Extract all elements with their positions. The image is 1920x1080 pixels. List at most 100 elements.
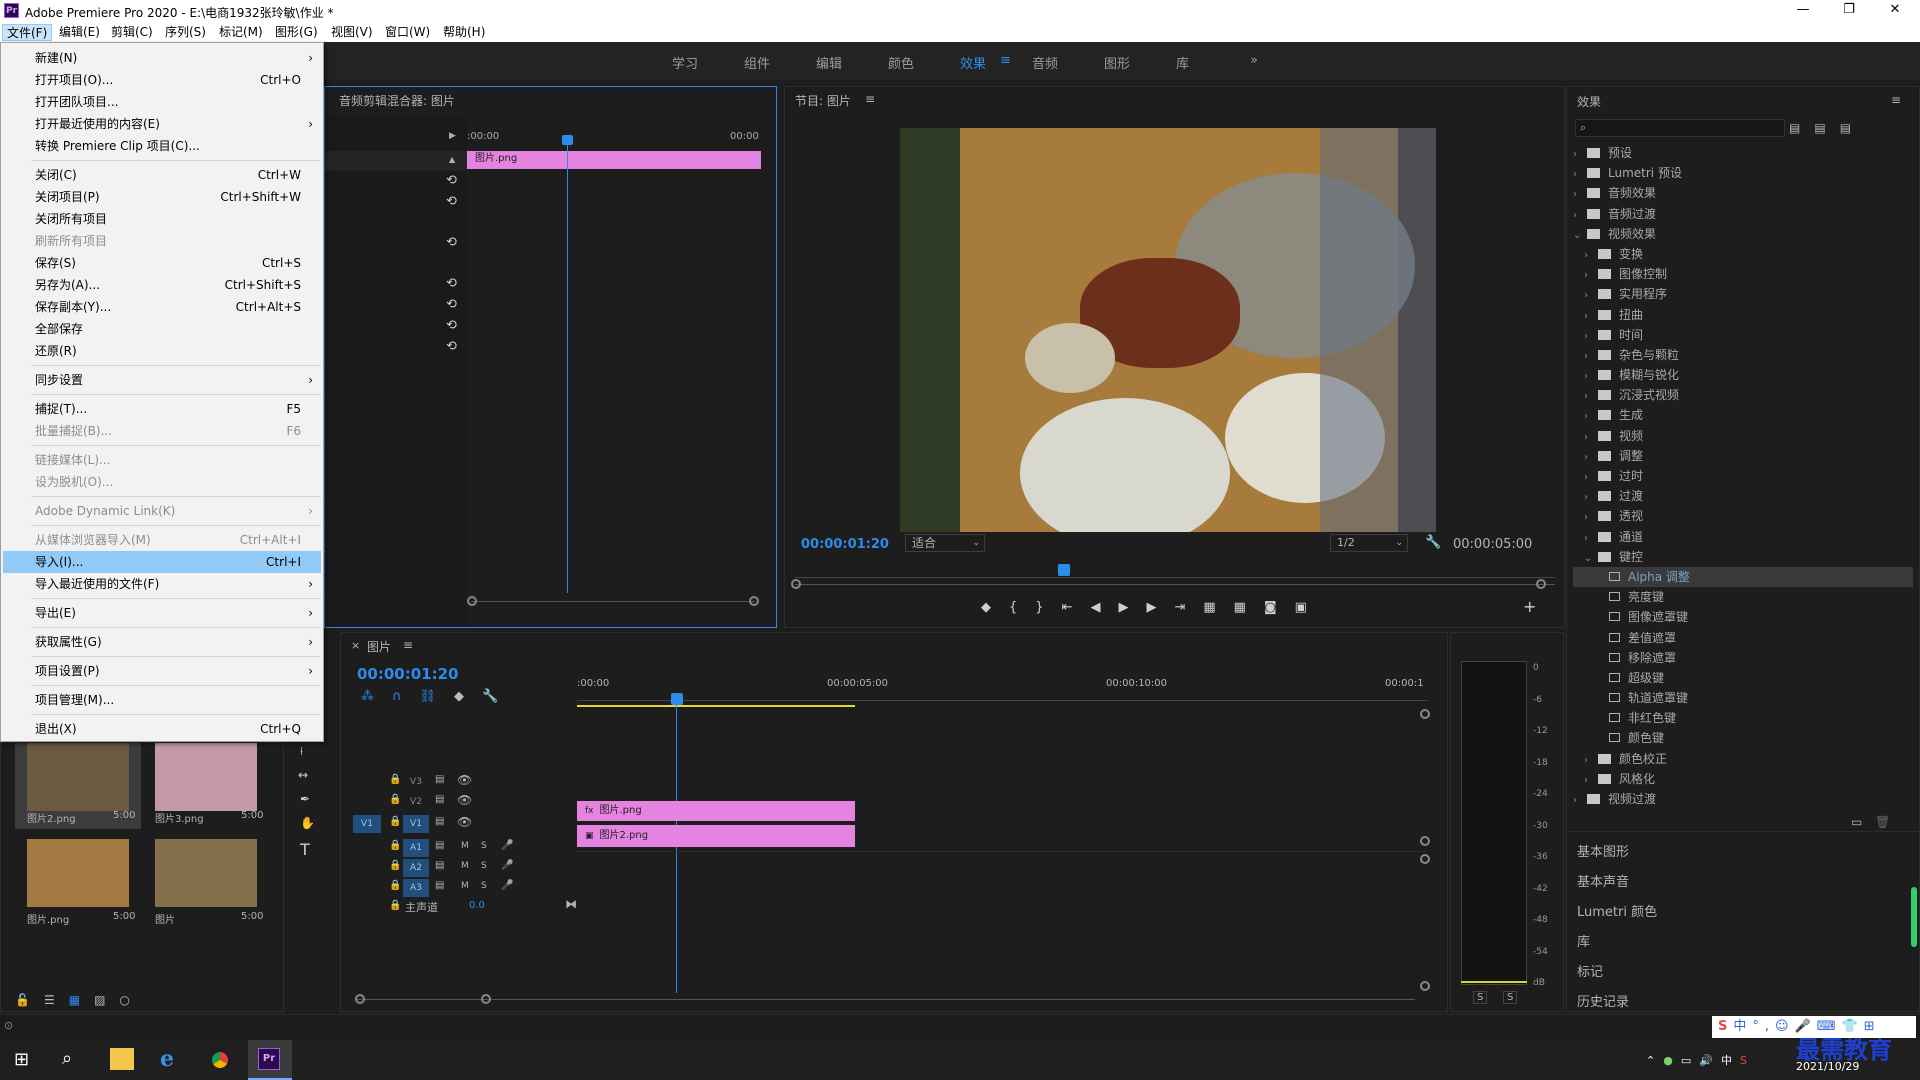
- workspace-color[interactable]: 颜色: [888, 53, 914, 72]
- reset-icon[interactable]: ⟲: [446, 194, 457, 209]
- solo-right-button[interactable]: S: [1503, 991, 1518, 1004]
- file-menu-item[interactable]: 导入(I)... Ctrl+I: [3, 551, 321, 573]
- sync-lock-icon[interactable]: ▤: [435, 794, 444, 805]
- close-window-button[interactable]: ✕: [1872, 0, 1918, 22]
- eye-icon[interactable]: 👁: [457, 815, 472, 829]
- solo-button[interactable]: S: [481, 841, 487, 851]
- solo-left-button[interactable]: S: [1473, 991, 1488, 1004]
- resolution-dropdown[interactable]: 1/2 ⌄: [1330, 534, 1408, 552]
- mixer-scrollbar[interactable]: [471, 601, 755, 602]
- sync-lock-icon[interactable]: ▤: [435, 880, 444, 891]
- solo-button[interactable]: S: [481, 861, 487, 871]
- panel-menu-icon[interactable]: ≡: [865, 92, 875, 106]
- file-menu-item[interactable]: 关闭(C) Ctrl+W: [3, 164, 321, 186]
- file-menu-item[interactable]: 关闭所有项目: [3, 208, 321, 230]
- effects-tree-item[interactable]: › 预设: [1573, 143, 1913, 163]
- add-button-icon[interactable]: +: [1523, 597, 1536, 616]
- collapse-icon[interactable]: ▲: [449, 155, 455, 164]
- workspace-graphics[interactable]: 图形: [1104, 53, 1130, 72]
- scroll-handle-icon[interactable]: [1420, 981, 1430, 991]
- effects-tree-item[interactable]: › 风格化: [1573, 769, 1913, 789]
- extract-icon[interactable]: ▦: [1234, 600, 1264, 615]
- project-thumbnail[interactable]: [155, 839, 257, 907]
- workspace-overflow-icon[interactable]: »: [1250, 53, 1258, 68]
- mic-icon[interactable]: 🎤: [501, 860, 513, 871]
- file-menu-item[interactable]: 导出(E) ›: [3, 602, 321, 624]
- linked-selection-icon[interactable]: ⛓: [420, 689, 455, 704]
- keyboard-icon[interactable]: ⌨: [1817, 1019, 1842, 1034]
- effects-tree-item[interactable]: › 透视: [1573, 506, 1913, 526]
- panel-menu-icon[interactable]: ≡: [1891, 93, 1901, 107]
- track-target[interactable]: V1: [403, 815, 429, 833]
- sogou-icon[interactable]: S: [1740, 1054, 1755, 1067]
- punctuation-icon[interactable]: °,: [1752, 1019, 1775, 1034]
- scroll-handle-icon[interactable]: [355, 994, 365, 1004]
- mic-icon[interactable]: 🎤: [501, 840, 513, 851]
- file-menu-item[interactable]: 关闭项目(P) Ctrl+Shift+W: [3, 186, 321, 208]
- effects-search-input[interactable]: ⌕: [1575, 119, 1785, 137]
- effects-tree-item[interactable]: › 沉浸式视频: [1573, 385, 1913, 405]
- effects-tree-item[interactable]: › 调整: [1573, 446, 1913, 466]
- section-history[interactable]: 历史记录: [1577, 991, 1629, 1010]
- list-view-icon[interactable]: ☰: [44, 993, 69, 1007]
- effects-tree-item[interactable]: › 过时: [1573, 466, 1913, 486]
- sync-lock-icon[interactable]: ▤: [435, 840, 444, 851]
- reset-icon[interactable]: ⟲: [446, 276, 457, 291]
- mixer-clip[interactable]: 图片.png: [467, 151, 761, 169]
- section-libraries[interactable]: 库: [1577, 931, 1590, 950]
- search-icon[interactable]: ⌕: [62, 1048, 72, 1069]
- effects-tree-item[interactable]: 非红色键: [1573, 708, 1913, 728]
- windows-start-icon[interactable]: ⊞: [14, 1049, 29, 1070]
- slip-tool-icon[interactable]: ↔: [298, 768, 308, 782]
- effects-tree-item[interactable]: › 音频效果: [1573, 183, 1913, 203]
- file-menu-item[interactable]: 全部保存: [3, 318, 321, 340]
- effects-tree-item[interactable]: › 音频过渡: [1573, 204, 1913, 224]
- ime-icon[interactable]: 中: [1721, 1054, 1740, 1067]
- workspace-learn[interactable]: 学习: [672, 53, 698, 72]
- section-lumetri-color[interactable]: Lumetri 颜色: [1577, 901, 1657, 920]
- program-time-ruler[interactable]: [795, 577, 1555, 578]
- scroll-handle-icon[interactable]: [791, 579, 801, 589]
- workspace-edit[interactable]: 编辑: [816, 53, 842, 72]
- file-menu-item[interactable]: 打开团队项目...: [3, 91, 321, 113]
- file-menu-item[interactable]: 转换 Premiere Clip 项目(C)...: [3, 135, 321, 157]
- zoom-slider-icon[interactable]: ○: [119, 993, 143, 1007]
- menu-window[interactable]: 窗口(W): [381, 24, 434, 41]
- effects-tree-item[interactable]: 颜色键: [1573, 728, 1913, 748]
- section-essential-graphics[interactable]: 基本图形: [1577, 841, 1629, 860]
- ripple-tool-icon[interactable]: ⟊: [300, 744, 303, 759]
- track-target[interactable]: V2: [403, 793, 429, 811]
- reset-icon[interactable]: ⟲: [446, 339, 457, 354]
- work-area-bar[interactable]: [577, 705, 855, 707]
- zoom-fit-dropdown[interactable]: 适合 ⌄: [905, 534, 985, 552]
- program-zoom-bar[interactable]: [795, 584, 1555, 585]
- workspace-audio[interactable]: 音频: [1032, 53, 1058, 72]
- file-explorer-icon[interactable]: [110, 1048, 134, 1070]
- trash-icon[interactable]: 🗑: [1875, 815, 1890, 829]
- mixer-playhead-handle[interactable]: [562, 135, 573, 145]
- effects-tree-item[interactable]: › 时间: [1573, 325, 1913, 345]
- effects-tree-item[interactable]: › 实用程序: [1573, 284, 1913, 304]
- lock-icon[interactable]: 🔓: [15, 993, 44, 1007]
- premiere-taskbar-item[interactable]: Pr: [248, 1040, 292, 1080]
- track-target[interactable]: V3: [403, 773, 429, 791]
- effects-tree-item[interactable]: › 生成: [1573, 405, 1913, 425]
- effects-tree-item[interactable]: 亮度键: [1573, 587, 1913, 607]
- sync-lock-icon[interactable]: ▤: [435, 816, 444, 827]
- grid-icon[interactable]: ⊞: [1864, 1019, 1881, 1034]
- restore-button[interactable]: ❐: [1826, 0, 1872, 22]
- track-target[interactable]: A1: [403, 839, 429, 857]
- security-icon[interactable]: ●: [1663, 1054, 1681, 1067]
- play-icon[interactable]: ▶: [1118, 600, 1146, 615]
- timeline-close-icon[interactable]: ×: [351, 639, 360, 652]
- master-volume-value[interactable]: 0.0: [469, 900, 485, 911]
- chevron-up-icon[interactable]: ⌃: [1646, 1054, 1663, 1067]
- scroll-handle-icon[interactable]: [1420, 836, 1430, 846]
- track-target[interactable]: A3: [403, 879, 429, 897]
- scroll-handle-icon[interactable]: [749, 596, 759, 606]
- effects-tree-item[interactable]: › 模糊与锐化: [1573, 365, 1913, 385]
- effects-tree-item[interactable]: › 图像控制: [1573, 264, 1913, 284]
- effects-tree-item[interactable]: › 扭曲: [1573, 305, 1913, 325]
- menu-graphics[interactable]: 图形(G): [271, 24, 322, 41]
- file-menu-item[interactable]: 捕捉(T)... F5: [3, 398, 321, 420]
